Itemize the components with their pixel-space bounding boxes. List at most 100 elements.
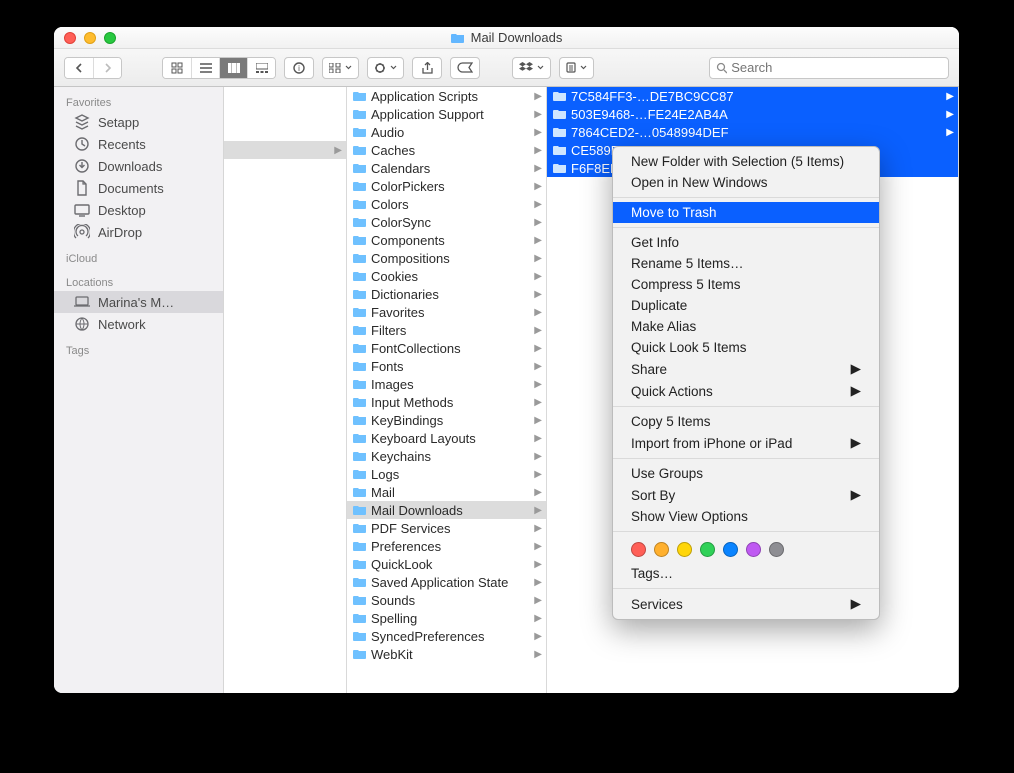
sidebar-item[interactable]: AirDrop [54,221,223,243]
list-item[interactable]: Dictionaries▶ [347,285,546,303]
tag-color-dot[interactable] [654,542,669,557]
search-input[interactable] [731,60,942,75]
action-button[interactable] [367,57,404,79]
view-columns-button[interactable] [219,58,247,78]
menu-item[interactable]: Quick Look 5 Items [613,337,879,358]
laptop-icon [74,294,90,310]
list-item[interactable]: ▶ [224,141,346,159]
list-item[interactable]: FontCollections▶ [347,339,546,357]
list-item[interactable]: KeyBindings▶ [347,411,546,429]
menu-item[interactable]: Open in New Windows [613,172,879,193]
minimize-button[interactable] [84,32,96,44]
back-button[interactable] [65,58,93,78]
list-item[interactable]: Mail▶ [347,483,546,501]
view-icon-button[interactable] [163,58,191,78]
menu-item[interactable]: Share▶ [613,358,879,380]
menu-item[interactable]: Make Alias [613,316,879,337]
tag-color-dot[interactable] [677,542,692,557]
list-item[interactable]: 7864CED2-…0548994DEF▶ [547,123,958,141]
chevron-right-icon: ▶ [534,631,542,642]
share-button[interactable] [412,57,442,79]
list-item[interactable]: PDF Services▶ [347,519,546,537]
info-button[interactable]: i [284,57,314,79]
view-list-button[interactable] [191,58,219,78]
list-item[interactable]: Input Methods▶ [347,393,546,411]
menu-item-label: Quick Look 5 Items [631,340,747,355]
close-button[interactable] [64,32,76,44]
list-item[interactable]: Colors▶ [347,195,546,213]
view-gallery-button[interactable] [247,58,275,78]
menu-item[interactable]: Move to Trash [613,202,879,223]
tag-color-dot[interactable] [723,542,738,557]
list-item[interactable]: Saved Application State▶ [347,573,546,591]
folder-icon [353,630,367,642]
titlebar[interactable]: Mail Downloads [54,27,959,49]
tag-color-dot[interactable] [769,542,784,557]
list-item[interactable]: Application Support▶ [347,105,546,123]
tag-color-dot[interactable] [631,542,646,557]
sidebar-item[interactable]: Setapp [54,111,223,133]
menu-item[interactable]: Import from iPhone or iPad▶ [613,432,879,454]
menu-item[interactable]: Duplicate [613,295,879,316]
list-item[interactable]: Images▶ [347,375,546,393]
list-item[interactable]: Favorites▶ [347,303,546,321]
column-1[interactable]: Application Scripts▶Application Support▶… [347,87,547,693]
list-item[interactable]: Logs ▶ [347,465,546,483]
path-button[interactable] [559,57,594,79]
group-button[interactable] [322,57,359,79]
list-item[interactable]: ColorPickers▶ [347,177,546,195]
list-item[interactable]: WebKit▶ [347,645,546,663]
chevron-right-icon: ▶ [534,145,542,156]
list-item[interactable]: Filters▶ [347,321,546,339]
list-item-label: ColorSync [371,215,530,230]
list-item[interactable]: Preferences▶ [347,537,546,555]
list-item[interactable]: Compositions▶ [347,249,546,267]
search-field[interactable] [709,57,949,79]
list-item[interactable]: Keyboard Layouts▶ [347,429,546,447]
menu-item[interactable]: Get Info [613,232,879,253]
sidebar-item[interactable]: Network [54,313,223,335]
list-item[interactable]: Calendars▶ [347,159,546,177]
sidebar-item[interactable]: Recents [54,133,223,155]
menu-item[interactable]: Rename 5 Items… [613,253,879,274]
list-item[interactable]: SyncedPreferences▶ [347,627,546,645]
sidebar-item[interactable]: Documents [54,177,223,199]
menu-item[interactable]: Services▶ [613,593,879,615]
menu-item[interactable]: Tags… [613,563,879,584]
list-item[interactable]: Components▶ [347,231,546,249]
folder-icon [353,144,367,156]
list-item[interactable]: Caches▶ [347,141,546,159]
sidebar-item[interactable]: Marina's M… [54,291,223,313]
list-item[interactable]: 7C584FF3-…DE7BC9CC87▶ [547,87,958,105]
list-item[interactable]: 503E9468-…FE24E2AB4A▶ [547,105,958,123]
menu-item[interactable]: Quick Actions▶ [613,380,879,402]
list-item[interactable]: Application Scripts▶ [347,87,546,105]
zoom-button[interactable] [104,32,116,44]
list-item[interactable]: Fonts▶ [347,357,546,375]
list-item[interactable]: Keychains▶ [347,447,546,465]
tag-color-dot[interactable] [700,542,715,557]
list-item[interactable]: Audio▶ [347,123,546,141]
list-item-label: Components [371,233,530,248]
list-item[interactable]: Sounds▶ [347,591,546,609]
menu-item[interactable]: Show View Options [613,506,879,527]
list-item[interactable]: Spelling▶ [347,609,546,627]
forward-button[interactable] [93,58,121,78]
list-item[interactable]: QuickLook▶ [347,555,546,573]
list-item-label: Logs [371,467,530,482]
chevron-right-icon: ▶ [534,469,542,480]
sidebar-item[interactable]: Desktop [54,199,223,221]
dropbox-button[interactable] [512,57,551,79]
menu-item[interactable]: Copy 5 Items [613,411,879,432]
list-item[interactable]: Cookies▶ [347,267,546,285]
menu-item[interactable]: Sort By▶ [613,484,879,506]
list-item[interactable]: Mail Downloads▶ [347,501,546,519]
menu-item[interactable]: New Folder with Selection (5 Items) [613,151,879,172]
tag-color-dot[interactable] [746,542,761,557]
list-item[interactable]: ColorSync▶ [347,213,546,231]
tags-button[interactable] [450,57,480,79]
sidebar-item[interactable]: Downloads [54,155,223,177]
menu-item[interactable]: Use Groups [613,463,879,484]
menu-item[interactable]: Compress 5 Items [613,274,879,295]
column-0[interactable]: ▶ [224,87,347,693]
